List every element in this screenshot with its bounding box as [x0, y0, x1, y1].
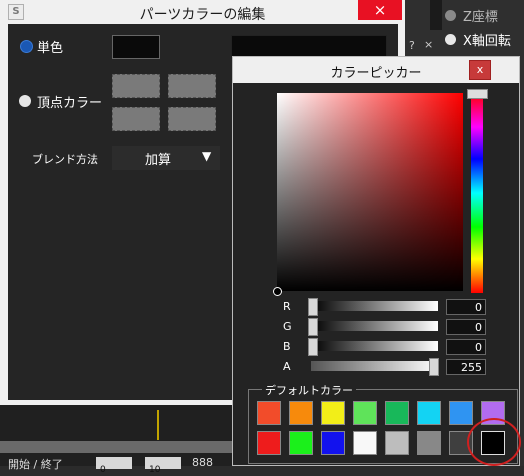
- timeline-scroll-thumb[interactable]: [0, 441, 240, 453]
- slider-value-field-3[interactable]: 255: [446, 359, 486, 375]
- z-coordinate-label: Z座標: [463, 9, 498, 25]
- start-frame-value: 0: [100, 465, 106, 475]
- single-color-swatch[interactable]: [112, 35, 160, 59]
- default-color-swatch[interactable]: [385, 401, 409, 425]
- hue-slider[interactable]: [471, 93, 483, 293]
- default-color-swatch[interactable]: [321, 401, 345, 425]
- slider-label-2: B: [283, 340, 291, 353]
- default-color-swatch[interactable]: [417, 431, 441, 455]
- blend-method-label: ブレンド方法: [32, 153, 98, 166]
- chevron-down-icon: ▼: [202, 149, 212, 163]
- slider-label-0: R: [283, 300, 291, 313]
- default-color-swatch[interactable]: [289, 401, 313, 425]
- slider-track-2[interactable]: [311, 341, 438, 351]
- x-rotation-option[interactable]: X軸回転: [445, 29, 524, 49]
- slider-track-0[interactable]: [311, 301, 438, 311]
- background-divider: [430, 0, 442, 30]
- slider-label-3: A: [283, 360, 291, 373]
- end-frame-value: 10: [149, 465, 161, 475]
- vertex-color-swatch[interactable]: [112, 74, 160, 98]
- z-coordinate-option[interactable]: Z座標: [445, 5, 524, 25]
- radio-icon: [445, 33, 456, 45]
- vertex-color-swatch[interactable]: [168, 74, 216, 98]
- saturation-value-area[interactable]: [277, 93, 463, 291]
- default-color-swatch[interactable]: [417, 401, 441, 425]
- x-rotation-label: X軸回転: [463, 33, 511, 49]
- editor-title-bar: S パーツカラーの編集: [0, 0, 405, 24]
- slider-thumb-0[interactable]: [308, 298, 318, 316]
- timeline-label: 開始 / 終了: [8, 458, 63, 471]
- editor-close-button[interactable]: ×: [358, 0, 402, 20]
- help-icon[interactable]: ?: [409, 39, 415, 52]
- playhead-marker[interactable]: [157, 410, 159, 440]
- default-color-swatch[interactable]: [321, 431, 345, 455]
- slider-track-3[interactable]: [311, 361, 438, 371]
- default-color-swatch[interactable]: [353, 401, 377, 425]
- blend-method-dropdown[interactable]: 加算 ▼: [112, 146, 220, 170]
- slider-value-field-2[interactable]: 0: [446, 339, 486, 355]
- picker-close-button[interactable]: x: [469, 60, 491, 80]
- slider-thumb-2[interactable]: [308, 338, 318, 356]
- vertex-color-label: 頂点カラー: [37, 96, 103, 111]
- default-color-swatch[interactable]: [353, 431, 377, 455]
- slider-value-field-1[interactable]: 0: [446, 319, 486, 335]
- end-frame-field[interactable]: 10: [145, 457, 181, 475]
- vertex-color-swatch[interactable]: [168, 107, 216, 131]
- slider-label-1: G: [283, 320, 292, 333]
- close-icon[interactable]: ×: [424, 38, 433, 51]
- saturation-value-handle[interactable]: [273, 287, 282, 296]
- single-color-radio[interactable]: [20, 40, 33, 53]
- single-color-label: 単色: [37, 41, 64, 56]
- radio-icon: [445, 9, 456, 21]
- blend-method-value: 加算: [145, 153, 172, 168]
- vertex-color-swatch[interactable]: [112, 107, 160, 131]
- default-color-swatch[interactable]: [257, 401, 281, 425]
- picker-title-bar: カラーピッカー x: [233, 57, 519, 85]
- vertex-color-radio[interactable]: [19, 95, 31, 107]
- default-color-swatch[interactable]: [257, 431, 281, 455]
- slider-value-field-0[interactable]: 0: [446, 299, 486, 315]
- default-color-swatch[interactable]: [385, 431, 409, 455]
- slider-thumb-1[interactable]: [308, 318, 318, 336]
- highlight-circle: [467, 418, 521, 466]
- default-color-swatch[interactable]: [289, 431, 313, 455]
- default-color-swatch[interactable]: [449, 401, 473, 425]
- slider-thumb-3[interactable]: [429, 358, 439, 376]
- editor-title: パーツカラーの編集: [139, 7, 266, 23]
- slider-track-1[interactable]: [311, 321, 438, 331]
- timeline-extra-value: 888: [192, 456, 213, 469]
- default-colors-label: デフォルトカラー: [262, 382, 356, 398]
- hue-slider-handle[interactable]: [467, 89, 488, 99]
- start-frame-field[interactable]: 0: [96, 457, 132, 475]
